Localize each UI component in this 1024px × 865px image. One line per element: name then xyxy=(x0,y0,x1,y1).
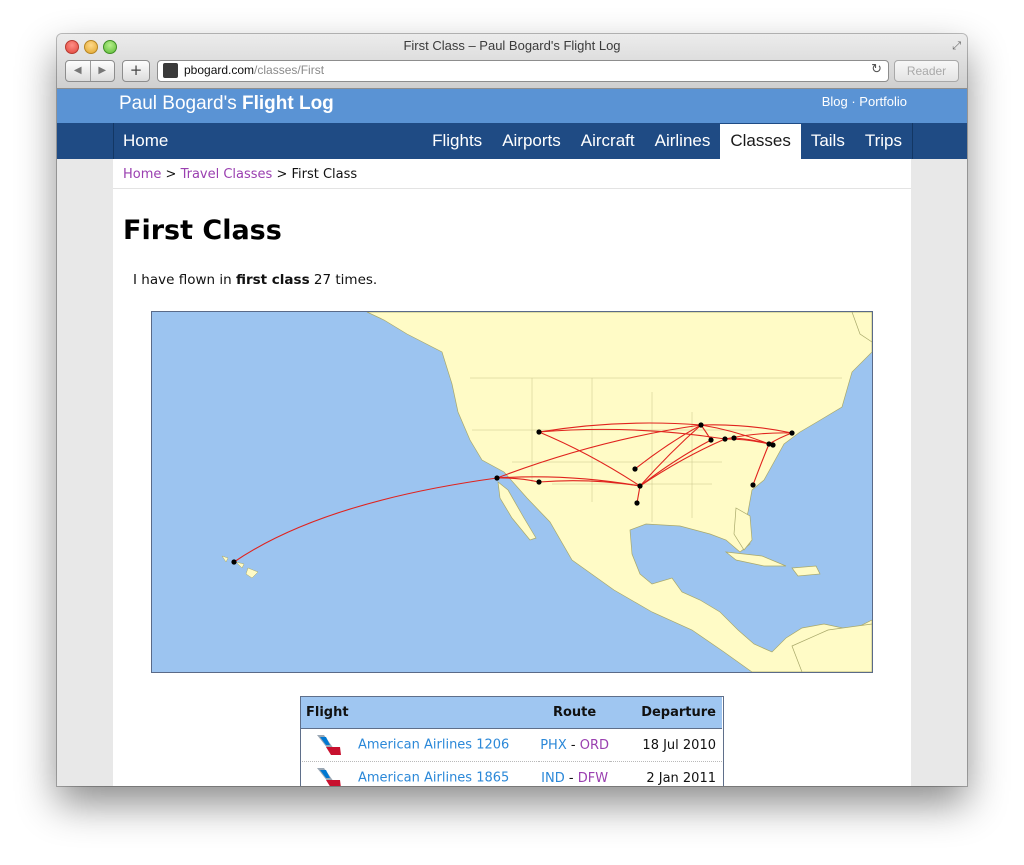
airport-marker[interactable] xyxy=(770,442,776,448)
breadcrumb-travel-classes[interactable]: Travel Classes xyxy=(181,167,273,182)
flight-route-map[interactable] xyxy=(151,311,873,673)
nav-item-airports[interactable]: Airports xyxy=(492,123,571,159)
american-airlines-logo-icon xyxy=(317,768,341,786)
nav-item-classes[interactable]: Classes xyxy=(720,124,801,159)
portfolio-link[interactable]: Portfolio xyxy=(859,94,907,109)
breadcrumb-home[interactable]: Home xyxy=(123,167,161,182)
new-tab-button[interactable]: + xyxy=(122,60,150,82)
nav-item-trips[interactable]: Trips xyxy=(855,123,912,159)
airport-marker[interactable] xyxy=(231,559,237,565)
fullscreen-icon[interactable]: ⤢ xyxy=(952,39,961,53)
page-viewport: Paul Bogard's Flight Log Blog · Portfoli… xyxy=(57,89,967,786)
route-origin-link[interactable]: PHX xyxy=(540,738,567,753)
site-favicon-icon xyxy=(163,63,178,78)
header-links: Blog · Portfolio xyxy=(821,94,907,109)
airport-marker[interactable] xyxy=(494,475,500,481)
airport-marker[interactable] xyxy=(731,435,737,441)
airport-marker[interactable] xyxy=(634,500,640,506)
departure-date: 18 Jul 2010 xyxy=(610,728,722,762)
airport-marker[interactable] xyxy=(637,483,643,489)
reader-button[interactable]: Reader xyxy=(894,60,959,82)
flights-table: Flight Route Departure American Airlines… xyxy=(300,696,722,786)
site-title[interactable]: Paul Bogard's Flight Log xyxy=(119,93,334,115)
airport-marker[interactable] xyxy=(536,429,542,435)
blog-link[interactable]: Blog xyxy=(822,94,848,109)
table-row: American Airlines 1865 IND - DFW 2 Jan 201… xyxy=(300,761,722,786)
american-airlines-logo-icon xyxy=(317,735,341,755)
browser-window: First Class – Paul Bogard's Flight Log ⤢… xyxy=(57,34,967,786)
airport-marker[interactable] xyxy=(536,479,542,485)
page-title: First Class xyxy=(123,215,282,246)
breadcrumb-current: First Class xyxy=(291,167,358,182)
forward-icon[interactable]: ▶ xyxy=(91,61,115,81)
url-text[interactable]: pbogard.com/classes/First xyxy=(184,63,324,77)
flight-link[interactable]: American Airlines 1206 xyxy=(358,738,509,753)
airport-marker[interactable] xyxy=(632,466,638,472)
back-icon[interactable]: ◀ xyxy=(66,61,91,81)
nav-item-tails[interactable]: Tails xyxy=(801,123,855,159)
airport-marker[interactable] xyxy=(750,482,756,488)
route-destination-link[interactable]: DFW xyxy=(578,771,608,786)
divider xyxy=(113,188,911,189)
nav-item-flights[interactable]: Flights xyxy=(422,123,492,159)
column-header-departure: Departure xyxy=(610,696,722,729)
airport-marker[interactable] xyxy=(698,422,704,428)
breadcrumb: Home > Travel Classes > First Class xyxy=(123,167,358,182)
nav-item-aircraft[interactable]: Aircraft xyxy=(571,123,645,159)
nav-item-airlines[interactable]: Airlines xyxy=(645,123,721,159)
airport-marker[interactable] xyxy=(708,437,714,443)
table-header-row: Flight Route Departure xyxy=(300,696,722,729)
route-destination-link[interactable]: ORD xyxy=(580,738,609,753)
site-header: Paul Bogard's Flight Log Blog · Portfoli… xyxy=(57,89,967,123)
main-nav: Home Flights Airports Aircraft Airlines Clas… xyxy=(57,123,967,159)
address-bar[interactable]: pbogard.com/classes/First ↻ xyxy=(157,60,889,82)
column-header-route: Route xyxy=(539,696,610,729)
nav-home[interactable]: Home xyxy=(123,131,168,151)
title-bar: First Class – Paul Bogard's Flight Log ⤢… xyxy=(57,34,967,89)
intro-text: I have flown in first class 27 times. xyxy=(133,272,378,288)
table-row: American Airlines 1206 PHX - ORD 18 Jul 20… xyxy=(300,728,722,762)
route-origin-link[interactable]: IND xyxy=(541,771,565,786)
flight-link[interactable]: American Airlines 1865 xyxy=(358,771,509,786)
departure-date: 2 Jan 2011 xyxy=(610,761,722,786)
airport-marker[interactable] xyxy=(789,430,795,436)
back-forward-buttons: ◀ ▶ xyxy=(65,60,115,82)
column-header-flight: Flight xyxy=(300,696,540,729)
reload-icon[interactable]: ↻ xyxy=(871,62,882,77)
content-page: Home > Travel Classes > First Class Firs… xyxy=(113,159,911,786)
window-title: First Class – Paul Bogard's Flight Log xyxy=(403,38,621,53)
airport-marker[interactable] xyxy=(722,436,728,442)
